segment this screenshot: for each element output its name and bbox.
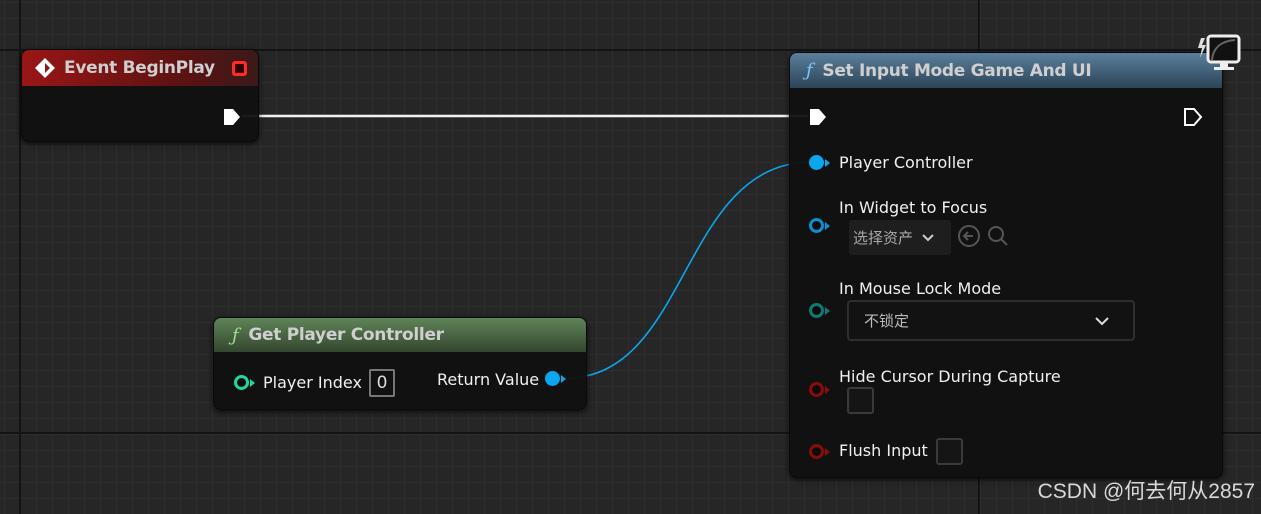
player-index-input[interactable]: 0 — [369, 369, 395, 397]
pin-arrow-icon — [561, 375, 566, 383]
mouse-lock-label: In Mouse Lock Mode — [839, 279, 1002, 298]
mouse-lock-dropdown[interactable]: 不锁定 — [847, 300, 1135, 341]
widget-asset-picker[interactable]: 选择资产 — [849, 220, 951, 255]
player-controller-wire[interactable] — [565, 161, 813, 379]
exec-out-pin-icon[interactable] — [222, 107, 242, 127]
widget-label: In Widget to Focus — [839, 198, 988, 217]
hide-cursor-label: Hide Cursor During Capture — [839, 367, 1061, 386]
chevron-down-icon — [1095, 316, 1109, 325]
pin-arrow-icon — [825, 159, 830, 167]
exec-in-pin-icon[interactable] — [808, 107, 828, 127]
return-value-pin-icon[interactable] — [545, 371, 560, 386]
pin-arrow-icon — [250, 379, 255, 387]
widget-pin-icon[interactable] — [809, 218, 824, 233]
player-controller-label: Player Controller — [839, 153, 973, 172]
chevron-down-icon — [922, 233, 934, 241]
use-selected-arrow-icon[interactable] — [957, 224, 981, 248]
pin-arrow-icon — [825, 448, 830, 456]
return-value-label: Return Value — [437, 370, 540, 389]
flush-input-pin-icon[interactable] — [809, 444, 824, 459]
event-begin-play-node[interactable]: Event BeginPlay — [21, 49, 259, 142]
mouse-lock-value: 不锁定 — [864, 312, 910, 330]
widget-asset-value: 选择资产 — [853, 229, 914, 247]
event-diamond-icon — [35, 58, 55, 78]
function-icon: ƒ — [806, 60, 813, 81]
client-only-monitor-icon — [1198, 34, 1241, 70]
flush-input-label: Flush Input — [839, 441, 928, 460]
player-controller-pin-icon[interactable] — [809, 155, 824, 170]
hide-cursor-checkbox[interactable] — [847, 387, 874, 414]
player-index-pin-icon[interactable] — [234, 375, 249, 390]
node-header: Event BeginPlay — [22, 50, 258, 86]
set-input-mode-node[interactable]: ƒ Set Input Mode Game And UI Player Cont… — [789, 52, 1223, 478]
player-index-label: Player Index — [263, 373, 362, 392]
node-header: ƒ Set Input Mode Game And UI — [790, 53, 1222, 88]
exec-out-pin-icon[interactable] — [1183, 107, 1203, 127]
node-title: Get Player Controller — [248, 325, 444, 345]
mouse-lock-pin-icon[interactable] — [809, 303, 824, 318]
node-title: Set Input Mode Game And UI — [822, 60, 1092, 81]
hide-cursor-pin-icon[interactable] — [809, 382, 824, 397]
get-player-controller-node[interactable]: ƒ Get Player Controller Player Index 0 R… — [213, 317, 587, 410]
browse-search-icon[interactable] — [986, 224, 1010, 248]
flush-input-checkbox[interactable] — [936, 438, 963, 465]
node-title: Event BeginPlay — [64, 58, 215, 78]
pin-arrow-icon — [825, 386, 830, 394]
watermark: CSDN @何去何从2857 — [1037, 480, 1255, 503]
function-icon: ƒ — [232, 324, 239, 346]
pin-arrow-icon — [825, 307, 830, 315]
delegate-pin-icon[interactable] — [232, 61, 247, 76]
node-header: ƒ Get Player Controller — [214, 318, 586, 352]
pin-arrow-icon — [825, 222, 830, 230]
